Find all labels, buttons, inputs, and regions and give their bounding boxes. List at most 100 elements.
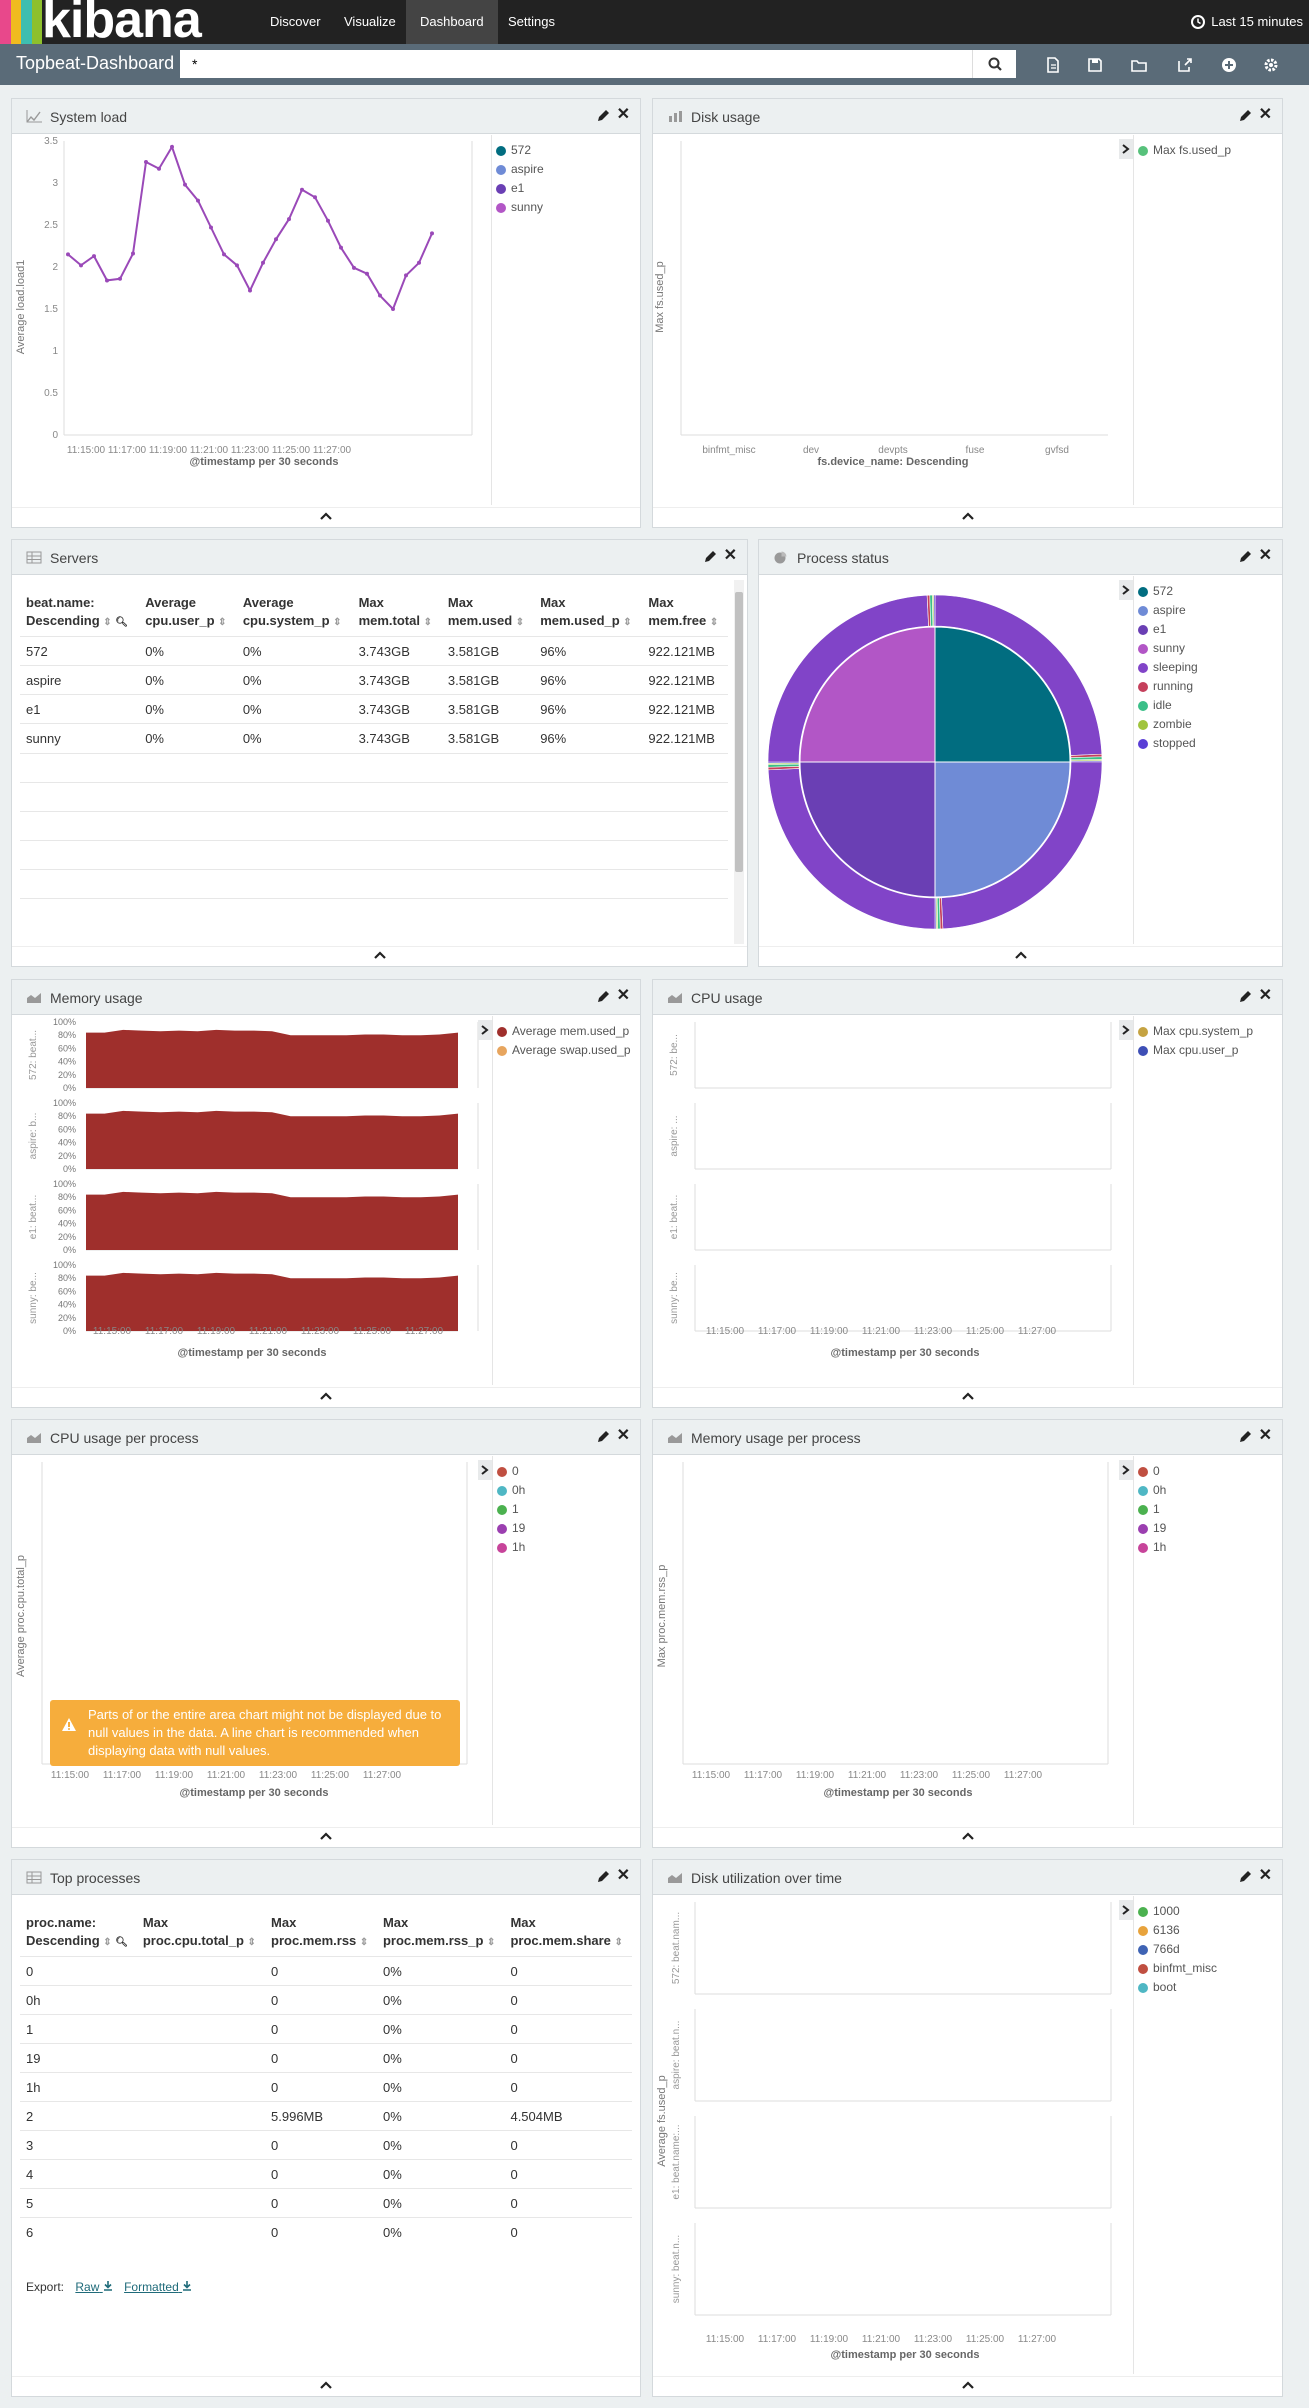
panel-header[interactable]: CPU usage ✕ — [653, 980, 1282, 1015]
chevron-up-icon[interactable] — [319, 511, 333, 521]
legend-item[interactable]: sunny — [1138, 639, 1282, 658]
add-visualization-icon[interactable] — [1220, 56, 1238, 74]
export-raw-link[interactable]: Raw — [75, 2280, 112, 2294]
save-icon[interactable] — [1086, 56, 1104, 74]
legend-item[interactable]: 1h — [497, 1538, 640, 1557]
close-icon[interactable]: ✕ — [724, 548, 737, 564]
nav-discover[interactable]: Discover — [256, 0, 335, 44]
scrollbar-thumb[interactable] — [735, 592, 743, 872]
legend-item[interactable]: 0h — [1138, 1481, 1282, 1500]
pencil-icon[interactable] — [1238, 109, 1252, 123]
export-formatted-link[interactable]: Formatted — [124, 2280, 192, 2294]
column-header[interactable]: Max mem.used ⇕ — [442, 590, 534, 637]
panel-header[interactable]: Disk utilization over time ✕ — [653, 1860, 1282, 1895]
legend-item[interactable]: running — [1138, 677, 1282, 696]
pencil-icon[interactable] — [596, 109, 610, 123]
legend-toggle[interactable] — [1119, 1460, 1133, 1480]
legend-item[interactable]: aspire — [1138, 601, 1282, 620]
panel-header[interactable]: System load ✕ — [12, 99, 640, 134]
share-icon[interactable] — [1176, 56, 1194, 74]
legend-item[interactable]: aspire — [496, 160, 640, 179]
legend-item[interactable]: 6136 — [1138, 1921, 1282, 1940]
chevron-up-icon[interactable] — [373, 950, 387, 960]
legend-item[interactable]: Max cpu.system_p — [1138, 1022, 1282, 1041]
close-icon[interactable]: ✕ — [1259, 988, 1272, 1004]
column-header[interactable]: beat.name: Descending ⇕ 🔍︎ — [20, 590, 139, 637]
chevron-up-icon[interactable] — [961, 2380, 975, 2390]
column-header[interactable]: Average cpu.user_p ⇕ — [139, 590, 237, 637]
column-header[interactable]: Max mem.total ⇕ — [353, 590, 442, 637]
panel-header[interactable]: Disk usage ✕ — [653, 99, 1282, 134]
legend-item[interactable]: binfmt_misc — [1138, 1959, 1282, 1978]
pencil-icon[interactable] — [596, 1430, 610, 1444]
nav-settings[interactable]: Settings — [494, 0, 569, 44]
legend-item[interactable]: 1 — [497, 1500, 640, 1519]
search-button[interactable] — [972, 50, 1016, 78]
pencil-icon[interactable] — [1238, 550, 1252, 564]
search-input[interactable] — [180, 50, 972, 78]
legend-item[interactable]: 0 — [1138, 1462, 1282, 1481]
pencil-icon[interactable] — [1238, 990, 1252, 1004]
chevron-up-icon[interactable] — [961, 1831, 975, 1841]
kibana-logo[interactable]: kibana — [42, 0, 202, 46]
legend-item[interactable]: Max cpu.user_p — [1138, 1041, 1282, 1060]
legend-toggle[interactable] — [1119, 139, 1133, 159]
legend-item[interactable]: idle — [1138, 696, 1282, 715]
legend-item[interactable]: 1000 — [1138, 1902, 1282, 1921]
time-picker[interactable]: Last 15 minutes — [1191, 0, 1303, 44]
close-icon[interactable]: ✕ — [1259, 1868, 1272, 1884]
legend-item[interactable]: e1 — [496, 179, 640, 198]
panel-header[interactable]: CPU usage per process ✕ — [12, 1420, 640, 1455]
panel-header[interactable]: Top processes ✕ — [12, 1860, 640, 1895]
panel-header[interactable]: Memory usage per process ✕ — [653, 1420, 1282, 1455]
pencil-icon[interactable] — [1238, 1430, 1252, 1444]
legend-item[interactable]: 572 — [496, 141, 640, 160]
chevron-up-icon[interactable] — [961, 1391, 975, 1401]
close-icon[interactable]: ✕ — [617, 1868, 630, 1884]
legend-item[interactable]: 0h — [497, 1481, 640, 1500]
nav-visualize[interactable]: Visualize — [330, 0, 410, 44]
column-header[interactable]: Max proc.mem.share ⇕ — [504, 1910, 632, 1957]
legend-item[interactable]: 572 — [1138, 582, 1282, 601]
settings-icon[interactable] — [1262, 56, 1280, 74]
close-icon[interactable]: ✕ — [1259, 1428, 1272, 1444]
panel-header[interactable]: Process status ✕ — [759, 540, 1282, 575]
chevron-up-icon[interactable] — [1014, 950, 1028, 960]
pencil-icon[interactable] — [596, 1870, 610, 1884]
chevron-up-icon[interactable] — [319, 1391, 333, 1401]
legend-item[interactable]: e1 — [1138, 620, 1282, 639]
chevron-up-icon[interactable] — [961, 511, 975, 521]
new-dashboard-icon[interactable] — [1044, 56, 1062, 74]
legend-item[interactable]: zombie — [1138, 715, 1282, 734]
legend-item[interactable]: Average mem.used_p — [497, 1022, 640, 1041]
legend-item[interactable]: 19 — [1138, 1519, 1282, 1538]
legend-toggle[interactable] — [478, 1020, 492, 1040]
panel-header[interactable]: Memory usage ✕ — [12, 980, 640, 1015]
legend-item[interactable]: boot — [1138, 1978, 1282, 1997]
legend-item[interactable]: Max fs.used_p — [1138, 141, 1282, 160]
column-header[interactable]: Max proc.mem.rss_p ⇕ — [377, 1910, 505, 1957]
legend-item[interactable]: Average swap.used_p — [497, 1041, 640, 1060]
pencil-icon[interactable] — [596, 990, 610, 1004]
pencil-icon[interactable] — [703, 550, 717, 564]
nav-dashboard[interactable]: Dashboard — [406, 0, 498, 44]
legend-item[interactable]: sunny — [496, 198, 640, 217]
close-icon[interactable]: ✕ — [1259, 548, 1272, 564]
column-header[interactable]: Max proc.cpu.total_p ⇕ — [137, 1910, 265, 1957]
open-icon[interactable] — [1130, 56, 1148, 74]
column-header[interactable]: Max proc.mem.rss ⇕ — [265, 1910, 377, 1957]
chevron-up-icon[interactable] — [319, 1831, 333, 1841]
legend-item[interactable]: sleeping — [1138, 658, 1282, 677]
panel-header[interactable]: Servers ✕ — [12, 540, 747, 575]
column-header[interactable]: Average cpu.system_p ⇕ — [237, 590, 353, 637]
legend-item[interactable]: 1 — [1138, 1500, 1282, 1519]
close-icon[interactable]: ✕ — [617, 107, 630, 123]
column-header[interactable]: proc.name: Descending ⇕ 🔍︎ — [20, 1910, 137, 1957]
close-icon[interactable]: ✕ — [1259, 107, 1272, 123]
legend-item[interactable]: stopped — [1138, 734, 1282, 753]
legend-item[interactable]: 766d — [1138, 1940, 1282, 1959]
close-icon[interactable]: ✕ — [617, 988, 630, 1004]
scrollbar[interactable] — [734, 580, 744, 944]
column-header[interactable]: Max mem.used_p ⇕ — [534, 590, 642, 637]
chevron-up-icon[interactable] — [319, 2380, 333, 2390]
